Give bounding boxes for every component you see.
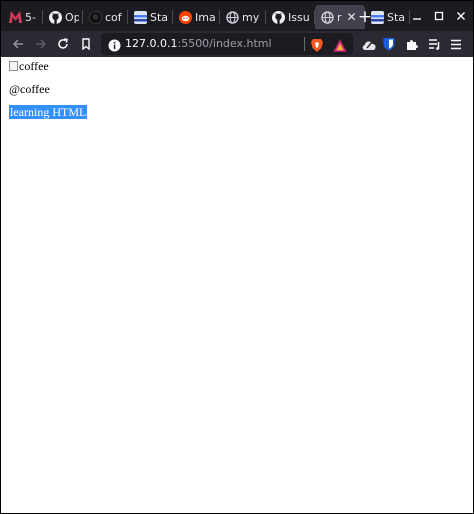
tab-stackoverflow-1[interactable]: Sta xyxy=(128,5,173,29)
sponsored-extension-button[interactable] xyxy=(360,35,378,53)
tab-label: r xyxy=(337,10,342,24)
bitwarden-button[interactable] xyxy=(380,35,398,53)
page-viewport: coffee @coffee learning HTML xyxy=(1,57,473,513)
selected-text: learning HTML xyxy=(9,105,88,119)
reddit-icon xyxy=(178,10,192,24)
close-tab-icon[interactable]: ✕ xyxy=(347,10,357,24)
info-icon[interactable] xyxy=(108,37,121,56)
bitwarden-shield-icon xyxy=(383,38,395,51)
extensions-button[interactable] xyxy=(403,35,421,53)
tab-github-op[interactable]: Op xyxy=(43,5,83,29)
brave-rewards-icon[interactable] xyxy=(333,37,347,56)
arrow-left-icon xyxy=(12,39,23,49)
maximize-icon xyxy=(434,11,444,21)
tab-github-issues[interactable]: Issu xyxy=(266,5,315,29)
arrow-right-icon xyxy=(36,39,47,49)
app-menu-button[interactable] xyxy=(447,35,465,53)
back-button[interactable] xyxy=(9,35,27,53)
tab-strip: 5- H Op cof Sta xyxy=(1,1,473,31)
stack-icon xyxy=(133,10,147,24)
url-text[interactable]: 127.0.0.1:5500/index.html xyxy=(125,37,272,50)
hamburger-menu-icon xyxy=(451,39,461,49)
m-logo-icon xyxy=(8,10,22,24)
maximize-button[interactable] xyxy=(431,7,447,25)
github-icon xyxy=(48,10,62,24)
cloud-sync-icon xyxy=(362,40,376,50)
tab-label: Issu xyxy=(288,10,310,24)
reload-button[interactable] xyxy=(54,35,72,53)
github-icon xyxy=(271,10,285,24)
url-host: 127.0.0.1 xyxy=(125,37,178,50)
nav-toolbar: 127.0.0.1:5500/index.html xyxy=(1,31,473,57)
playlist-icon xyxy=(428,39,439,50)
tab-list: 5- H Op cof Sta xyxy=(3,5,410,29)
tab-reddit[interactable]: Ima xyxy=(173,5,220,29)
github-cat-icon xyxy=(88,10,102,24)
url-divider xyxy=(304,37,305,51)
tab-label: my xyxy=(242,10,260,24)
url-path: :5500/index.html xyxy=(177,37,272,50)
close-window-button[interactable] xyxy=(453,7,469,25)
close-icon xyxy=(457,12,465,20)
minimize-icon xyxy=(413,18,421,20)
address-bar[interactable]: 127.0.0.1:5500/index.html xyxy=(101,33,353,55)
handle-paragraph: @coffee xyxy=(9,82,50,96)
selected-paragraph: learning HTML xyxy=(9,105,88,120)
bookmark-button[interactable] xyxy=(77,35,95,53)
media-playlist-button[interactable] xyxy=(425,35,443,53)
minimize-button[interactable] xyxy=(409,7,425,25)
forward-button[interactable] xyxy=(32,35,50,53)
puzzle-piece-icon xyxy=(406,39,418,50)
tab-label: 5- H xyxy=(25,10,39,24)
coffee-image-broken: coffee xyxy=(9,59,49,73)
broken-image-icon xyxy=(9,61,18,71)
globe-icon xyxy=(320,10,334,24)
tab-label: Ima xyxy=(195,10,216,24)
brave-shield-icon[interactable] xyxy=(311,37,323,56)
browser-window: 5- H Op cof Sta xyxy=(0,0,474,514)
globe-icon xyxy=(225,10,239,24)
bookmark-icon xyxy=(82,38,90,50)
tab-coffee[interactable]: cof xyxy=(83,5,128,29)
reload-icon xyxy=(58,38,68,49)
tab-label: Sta xyxy=(150,10,169,24)
tab-my[interactable]: my xyxy=(220,5,266,29)
tab-label: Op xyxy=(65,10,79,24)
tab-label: Sta xyxy=(387,10,406,24)
image-alt-text: coffee xyxy=(19,58,49,73)
tab-label: cof xyxy=(105,10,122,24)
tab-5h[interactable]: 5- H xyxy=(3,5,43,29)
new-tab-button[interactable]: + xyxy=(357,7,373,27)
